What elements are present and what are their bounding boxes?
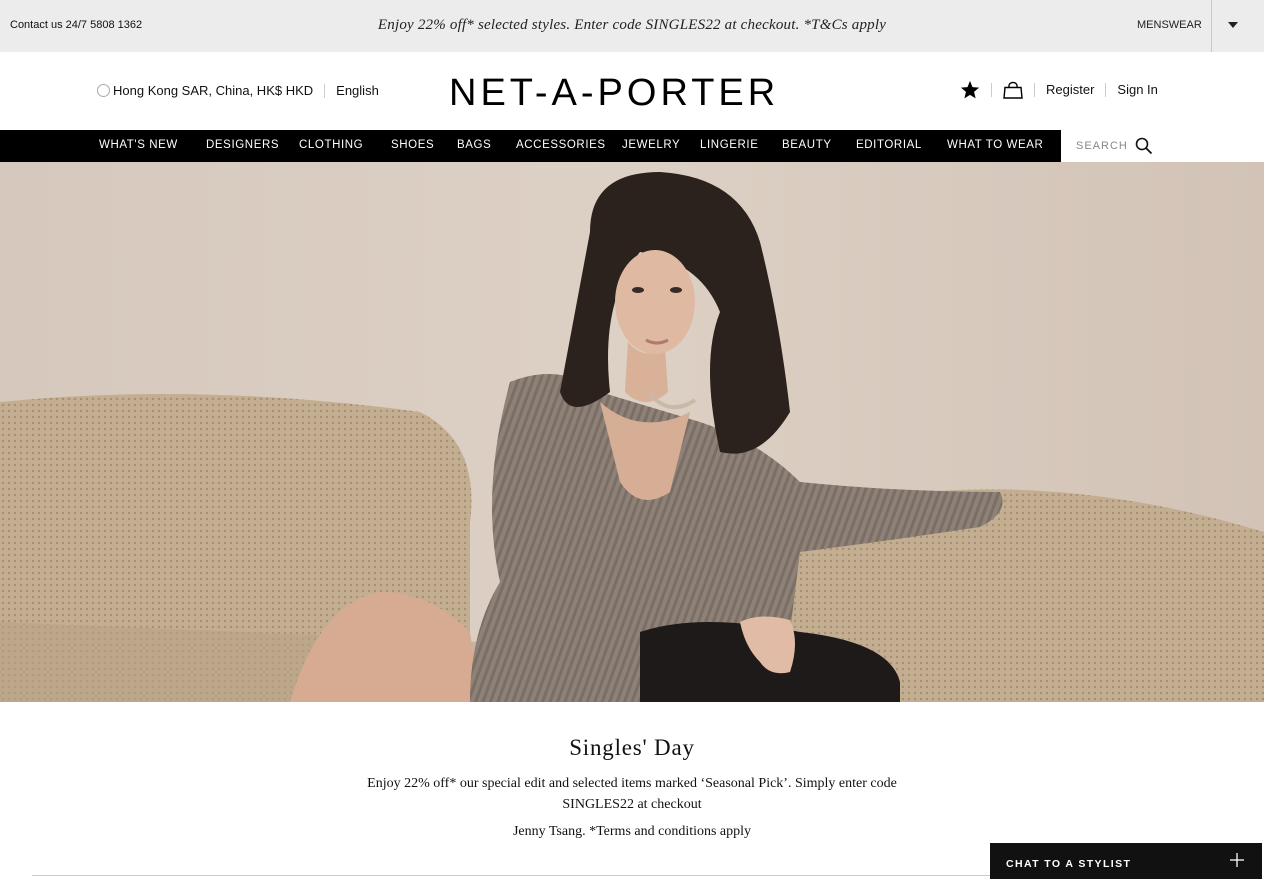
divider <box>324 83 326 98</box>
divider <box>991 82 992 97</box>
chat-to-stylist-button[interactable]: CHAT TO A STYLIST <box>990 843 1262 879</box>
menswear-link[interactable]: MENSWEAR <box>1137 19 1202 31</box>
globe-icon <box>97 84 110 97</box>
hero-credit: Jenny Tsang. *Terms and conditions apply <box>512 824 752 839</box>
hero-image[interactable] <box>0 162 1264 702</box>
nav-item-editorial[interactable]: EDITORIAL <box>856 139 922 151</box>
region-selector[interactable]: Hong Kong SAR, China, HK$ HKD English <box>97 83 379 98</box>
chat-label: CHAT TO A STYLIST <box>1006 858 1132 870</box>
site-logo[interactable]: NET-A-PORTER <box>449 72 779 115</box>
nav-item-lingerie[interactable]: LINGERIE <box>700 139 758 151</box>
nav-item-what-to-wear[interactable]: WHAT TO WEAR <box>947 139 1043 151</box>
hero-description: Enjoy 22% off* our special edit and sele… <box>367 776 897 812</box>
language-selector[interactable]: English <box>336 83 379 98</box>
promo-message[interactable]: Enjoy 22% off* selected styles. Enter co… <box>0 17 1264 34</box>
search-icon[interactable] <box>1135 137 1153 155</box>
shopping-bag-icon[interactable] <box>1003 81 1023 99</box>
nav-item-clothing[interactable]: CLOTHING <box>299 139 363 151</box>
divider <box>1105 82 1107 97</box>
contact-link[interactable]: Contact us 24/7 5808 1362 <box>10 19 142 31</box>
nav-spacer <box>1170 130 1264 162</box>
nav-item-accessories[interactable]: ACCESSORIES <box>516 139 606 151</box>
hero-title[interactable]: Singles' Day <box>0 735 1264 761</box>
main-navigation: WHAT'S NEW DESIGNERS CLOTHING SHOES BAGS… <box>0 130 1264 162</box>
nav-item-beauty[interactable]: BEAUTY <box>782 139 832 151</box>
section-divider <box>32 875 992 876</box>
nav-item-designers[interactable]: DESIGNERS <box>206 139 279 151</box>
site-header: Hong Kong SAR, China, HK$ HKD English NE… <box>0 52 1264 130</box>
sign-in-link[interactable]: Sign In <box>1117 82 1157 97</box>
nav-item-bags[interactable]: BAGS <box>457 139 491 151</box>
search-input[interactable]: SEARCH <box>1061 130 1170 162</box>
account-links: Register Sign In <box>960 80 1158 99</box>
nav-item-whats-new[interactable]: WHAT'S NEW <box>99 139 178 151</box>
menswear-dropdown-button[interactable] <box>1211 0 1264 52</box>
wishlist-star-icon[interactable] <box>960 80 980 99</box>
nav-item-shoes[interactable]: SHOES <box>391 139 434 151</box>
divider <box>1034 82 1035 97</box>
region-label: Hong Kong SAR, China, HK$ HKD <box>113 83 314 98</box>
chevron-down-icon <box>1228 22 1238 28</box>
register-link[interactable]: Register <box>1046 82 1094 97</box>
plus-icon <box>1230 853 1244 867</box>
hero-photo <box>0 162 1264 702</box>
nav-item-jewelry[interactable]: JEWELRY <box>622 139 680 151</box>
search-placeholder: SEARCH <box>1076 140 1128 152</box>
promo-bar: Contact us 24/7 5808 1362 Enjoy 22% off*… <box>0 0 1264 52</box>
